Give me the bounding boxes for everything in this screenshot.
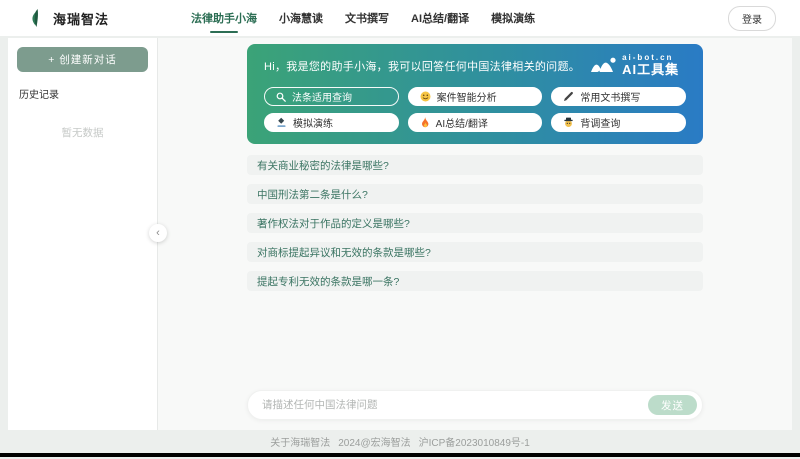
pill-label: 法条适用查询	[292, 89, 352, 104]
gavel-icon	[276, 117, 287, 128]
watermark-title: AI工具集	[622, 63, 679, 77]
bottom-black-bar	[0, 453, 800, 457]
main-nav: 法律助手小海 小海慧读 文书撰写 AI总结/翻译 模拟演练	[191, 6, 535, 30]
main-panel: ‹ Hi，我是您的助手小海，我可以回答任何中国法律相关的问题。	[157, 38, 792, 430]
pill-label: 常用文书撰写	[580, 89, 640, 104]
welcome-banner: Hi，我是您的助手小海，我可以回答任何中国法律相关的问题。 ai-bot.cn …	[247, 44, 703, 144]
pill-label: 模拟演练	[293, 115, 333, 130]
footer: 关于海瑞智法 2024@宏海智法 沪ICP备2023010849号-1	[0, 430, 800, 453]
footer-icp-number: 沪ICP备2023010849号-1	[419, 434, 530, 449]
question-copyright-definition[interactable]: 著作权法对于作品的定义是哪些?	[247, 213, 703, 233]
pill-case-analysis[interactable]: 案件智能分析	[408, 87, 543, 106]
question-criminal-law-article2[interactable]: 中国刑法第二条是什么?	[247, 184, 703, 204]
question-trade-secret[interactable]: 有关商业秘密的法律是哪些?	[247, 155, 703, 175]
ai-bot-logo-icon	[590, 57, 617, 74]
assistant-greeting: Hi，我是您的助手小海，我可以回答任何中国法律相关的问题。	[264, 58, 580, 74]
nav-item-mock-practice[interactable]: 模拟演练	[491, 6, 535, 30]
content-column: Hi，我是您的助手小海，我可以回答任何中国法律相关的问题。 ai-bot.cn …	[247, 38, 703, 430]
question-trademark-opposition[interactable]: 对商标提起异议和无效的条款是哪些?	[247, 242, 703, 262]
chat-input-container: 发送	[247, 390, 703, 420]
brand: 海瑞智法	[30, 9, 109, 28]
chevron-left-icon: ‹	[156, 227, 160, 239]
login-button[interactable]: 登录	[728, 6, 776, 31]
pencil-icon	[563, 91, 574, 102]
history-empty-text: 暂无数据	[17, 125, 148, 140]
smiley-icon	[420, 91, 431, 102]
pill-label: 背调查询	[580, 115, 620, 130]
send-button[interactable]: 发送	[648, 395, 697, 415]
composer: 发送	[247, 390, 703, 420]
pill-law-application-search[interactable]: 法条适用查询	[264, 87, 399, 106]
suggested-questions: 有关商业秘密的法律是哪些? 中国刑法第二条是什么? 著作权法对于作品的定义是哪些…	[247, 155, 703, 300]
question-patent-invalidation[interactable]: 提起专利无效的条款是哪一条?	[247, 271, 703, 291]
pill-ai-summary-translate[interactable]: AI总结/翻译	[408, 113, 543, 132]
sidebar-collapse-button[interactable]: ‹	[149, 224, 167, 242]
nav-item-document-writing[interactable]: 文书撰写	[345, 6, 389, 30]
flame-icon	[420, 117, 430, 129]
watermark: ai-bot.cn AI工具集	[590, 54, 679, 77]
brand-leaf-icon	[30, 9, 45, 28]
pill-background-check[interactable]: 背调查询	[551, 113, 686, 132]
sidebar: + 创建新对话 历史记录 暂无数据	[8, 38, 157, 430]
chat-input[interactable]	[262, 399, 648, 411]
brand-name: 海瑞智法	[53, 9, 109, 28]
top-navbar: 海瑞智法 法律助手小海 小海慧读 文书撰写 AI总结/翻译 模拟演练 登录	[0, 0, 800, 36]
nav-item-legal-assistant[interactable]: 法律助手小海	[191, 6, 257, 30]
pill-document-writing[interactable]: 常用文书撰写	[551, 87, 686, 106]
detective-icon	[563, 117, 574, 128]
pill-label: 案件智能分析	[437, 89, 497, 104]
nav-item-smart-reading[interactable]: 小海慧读	[279, 6, 323, 30]
new-chat-button[interactable]: + 创建新对话	[17, 47, 148, 72]
history-label: 历史记录	[19, 86, 148, 101]
nav-item-ai-summary-translate[interactable]: AI总结/翻译	[411, 6, 469, 30]
pill-label: AI总结/翻译	[436, 115, 488, 130]
pill-mock-practice[interactable]: 模拟演练	[264, 113, 399, 132]
quick-action-pills: 法条适用查询 案件智能分析 常用文书撰写	[264, 87, 686, 132]
footer-about-link[interactable]: 关于海瑞智法	[270, 434, 330, 449]
magnifier-icon	[276, 92, 286, 102]
footer-copyright: 2024@宏海智法	[338, 434, 410, 449]
page-body: + 创建新对话 历史记录 暂无数据 ‹ Hi，我是您的助手小海，我可以回答任何中…	[0, 36, 800, 430]
